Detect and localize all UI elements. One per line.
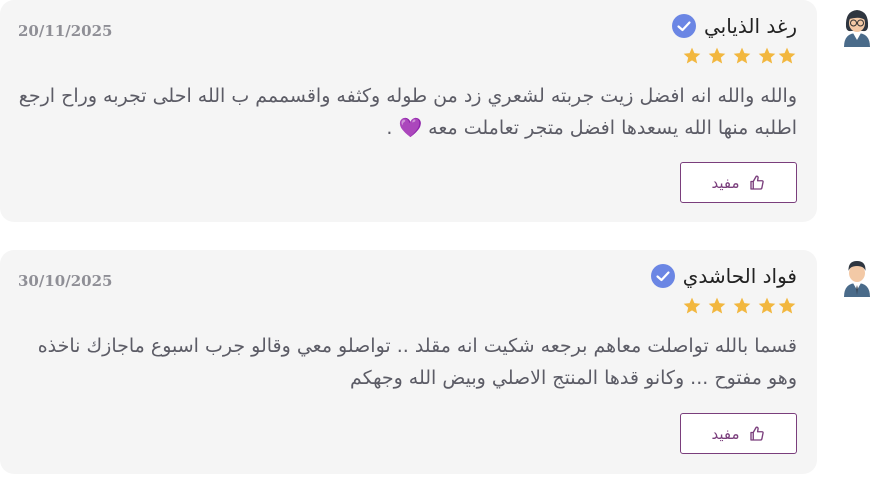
star-icon	[778, 47, 796, 64]
star-icon	[683, 297, 701, 314]
thumbs-up-icon	[749, 426, 764, 441]
star-rating	[677, 296, 797, 316]
star-icon	[778, 297, 796, 314]
review-text: قسما بالله تواصلت معاهم برجعه شكيت انه م…	[37, 335, 797, 389]
star-icon	[733, 297, 751, 314]
author-name: رغد الذيابي	[703, 14, 797, 38]
author-name: فواد الحاشدي	[682, 264, 797, 288]
thumbs-up-icon	[749, 175, 764, 190]
helpful-label: مفيد	[711, 424, 740, 443]
review-date: 30/10/2025	[18, 272, 113, 290]
star-icon	[758, 47, 776, 64]
star-icon	[683, 47, 701, 64]
review-text: والله والله انه افضل زيت جربته لشعري زد …	[18, 85, 797, 139]
review-card: فواد الحاشدي 30/10/2025 قسما بالله تواصل…	[0, 250, 817, 474]
helpful-button[interactable]: مفيد	[680, 413, 797, 454]
star-icon	[733, 47, 751, 64]
helpful-label: مفيد	[711, 173, 740, 192]
review-card: رغد الذيابي 20/11/2025 والله والله انه ا…	[0, 0, 817, 222]
review-header: فواد الحاشدي	[650, 264, 797, 288]
star-icon	[708, 47, 726, 64]
star-rating	[677, 46, 797, 66]
helpful-button[interactable]: مفيد	[680, 162, 797, 203]
review-date: 20/11/2025	[18, 22, 113, 40]
male-avatar-icon	[836, 255, 878, 297]
female-avatar-icon	[836, 5, 878, 47]
verified-check-icon	[650, 264, 675, 288]
verified-check-icon	[671, 14, 696, 38]
review-header: رغد الذيابي	[671, 14, 797, 38]
star-icon	[758, 297, 776, 314]
star-icon	[708, 297, 726, 314]
